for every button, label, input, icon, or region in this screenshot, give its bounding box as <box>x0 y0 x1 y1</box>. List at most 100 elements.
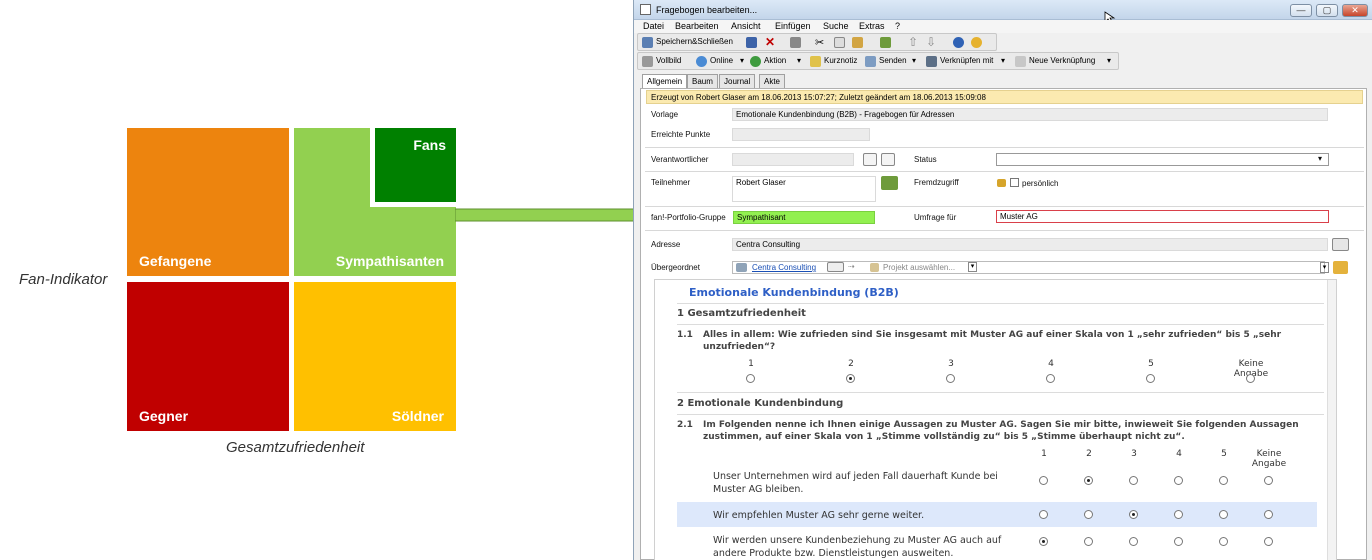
status-select[interactable] <box>996 153 1329 166</box>
statement-1-radio-4[interactable] <box>1174 476 1183 485</box>
verantwortlicher-field[interactable] <box>732 153 854 166</box>
copy-icon[interactable] <box>834 37 845 48</box>
statement-3-radio-4[interactable] <box>1174 537 1183 546</box>
statement-2-radio-1[interactable] <box>1039 510 1048 519</box>
cut-icon[interactable]: ✂ <box>815 36 824 49</box>
note-button[interactable]: Kurznotiz <box>824 56 857 65</box>
menu-datei[interactable]: Datei <box>643 21 664 31</box>
statement-2-text: Wir empfehlen Muster AG sehr gerne weite… <box>713 510 925 521</box>
menu-bearbeiten[interactable]: Bearbeiten <box>675 21 719 31</box>
q1-scale-label: 3 <box>948 359 954 369</box>
status-chevron-down-icon[interactable]: ▾ <box>1318 154 1322 163</box>
window-title: Fragebogen bearbeiten... <box>656 5 758 15</box>
menu-suche[interactable]: Suche <box>823 21 849 31</box>
verantwortlicher-label: Verantwortlicher <box>651 155 709 164</box>
survey-scrollbar[interactable] <box>1327 280 1336 560</box>
uebergeordnet-link[interactable]: Centra Consulting <box>752 263 816 272</box>
q1-radio-5[interactable] <box>1146 374 1155 383</box>
q1-scale-label: 4 <box>1048 359 1054 369</box>
edit-pencil-icon[interactable] <box>1333 261 1348 274</box>
section-1-title: 1 Gesamtzufriedenheit <box>677 308 806 319</box>
q1-radio-1[interactable] <box>746 374 755 383</box>
address-card-icon[interactable] <box>1332 238 1349 251</box>
minimize-button[interactable]: — <box>1290 4 1312 17</box>
info-icon[interactable] <box>971 37 982 48</box>
close-button[interactable]: ✕ <box>1342 4 1368 17</box>
person-select-icon[interactable] <box>881 153 895 166</box>
save-close-button[interactable]: Speichern&Schließen <box>656 37 733 46</box>
quadrant-gefangene-label: Gefangene <box>139 253 212 269</box>
persoenlich-checkbox[interactable] <box>1010 178 1019 187</box>
tab-journal[interactable]: Journal <box>719 74 756 88</box>
help-icon[interactable] <box>953 37 964 48</box>
statement-2-radio-3[interactable] <box>1129 510 1138 519</box>
survey-panel: Emotionale Kundenbindung (B2B) 1 Gesamtz… <box>654 279 1337 560</box>
action-button[interactable]: Aktion <box>764 56 786 65</box>
arrow-down-icon[interactable]: ⇩ <box>926 35 936 49</box>
project-dropdown[interactable]: ▾ <box>968 262 977 272</box>
statement-1-radio-6[interactable] <box>1264 476 1273 485</box>
action-icon <box>750 56 761 67</box>
link-button[interactable]: Verknüpfen mit <box>940 56 993 65</box>
menu-ansicht[interactable]: Ansicht <box>731 21 761 31</box>
statement-3-radio-6[interactable] <box>1264 537 1273 546</box>
send-dropdown-icon[interactable]: ▾ <box>912 56 916 65</box>
arrow-up-icon[interactable]: ⇧ <box>908 35 918 49</box>
statement-3-radio-2[interactable] <box>1084 537 1093 546</box>
send-button[interactable]: Senden <box>879 56 907 65</box>
fullscreen-button[interactable]: Vollbild <box>656 56 681 65</box>
new-link-dropdown-icon[interactable]: ▾ <box>1107 56 1111 65</box>
form-panel: Erzeugt von Robert Glaser am 18.06.2013 … <box>640 88 1367 560</box>
online-button[interactable]: Online <box>710 56 733 65</box>
quadrant-fans-label: Fans <box>413 137 446 153</box>
statement-3-radio-1[interactable] <box>1039 537 1048 546</box>
connector-arrow <box>455 200 651 230</box>
q1-radio-3[interactable] <box>946 374 955 383</box>
q1-radio-2[interactable] <box>846 374 855 383</box>
uebergeordnet-dropdown[interactable]: ▾ <box>1320 262 1329 273</box>
menu-bar: Datei Bearbeiten Ansicht Einfügen Suche … <box>634 20 1372 33</box>
statement-2-radio-6[interactable] <box>1264 510 1273 519</box>
umfrage-field[interactable]: Muster AG <box>996 210 1329 223</box>
action-dropdown-icon[interactable]: ▾ <box>797 56 801 65</box>
send-icon <box>865 56 876 67</box>
q1-radio-6[interactable] <box>1246 374 1255 383</box>
statement-1-radio-3[interactable] <box>1129 476 1138 485</box>
delete-icon[interactable]: ✕ <box>765 35 775 49</box>
statement-2-radio-2[interactable] <box>1084 510 1093 519</box>
persoenlich-label: persönlich <box>1022 179 1059 188</box>
print-icon[interactable] <box>790 37 801 48</box>
project-field[interactable]: Projekt auswählen... <box>883 263 955 272</box>
people-icon[interactable] <box>880 37 891 48</box>
online-dropdown-icon[interactable]: ▾ <box>740 56 744 65</box>
statement-2-radio-5[interactable] <box>1219 510 1228 519</box>
paste-icon[interactable] <box>852 37 863 48</box>
link-type-icon[interactable] <box>827 262 844 272</box>
statement-1-radio-5[interactable] <box>1219 476 1228 485</box>
tab-baum[interactable]: Baum <box>687 74 718 88</box>
menu-einfuegen[interactable]: Einfügen <box>775 21 811 31</box>
fullscreen-icon <box>642 56 653 67</box>
menu-help[interactable]: ? <box>895 21 900 31</box>
maximize-button[interactable]: ▢ <box>1316 4 1338 17</box>
section-2-title: 2 Emotionale Kundenbindung <box>677 398 844 409</box>
statement-1-radio-1[interactable] <box>1039 476 1048 485</box>
tab-akte[interactable]: Akte <box>759 74 786 88</box>
q1-scale-label: 5 <box>1148 359 1154 369</box>
new-link-button[interactable]: Neue Verknüpfung <box>1029 56 1095 65</box>
search-icon[interactable] <box>863 153 877 166</box>
statement-1-radio-2[interactable] <box>1084 476 1093 485</box>
statement-3-radio-5[interactable] <box>1219 537 1228 546</box>
q1-scale-label: 2 <box>848 359 854 369</box>
save-icon[interactable] <box>746 37 757 48</box>
q1-radio-4[interactable] <box>1046 374 1055 383</box>
statement-2-radio-4[interactable] <box>1174 510 1183 519</box>
note-icon <box>810 56 821 67</box>
tab-allgemein[interactable]: Allgemein <box>642 74 688 89</box>
participants-icon[interactable] <box>881 176 898 190</box>
quadrant-soeldner: Söldner <box>294 282 456 431</box>
statement-3-radio-3[interactable] <box>1129 537 1138 546</box>
menu-extras[interactable]: Extras <box>859 21 885 31</box>
link-dropdown-icon[interactable]: ▾ <box>1001 56 1005 65</box>
teilnehmer-field[interactable]: Robert Glaser <box>732 176 876 202</box>
